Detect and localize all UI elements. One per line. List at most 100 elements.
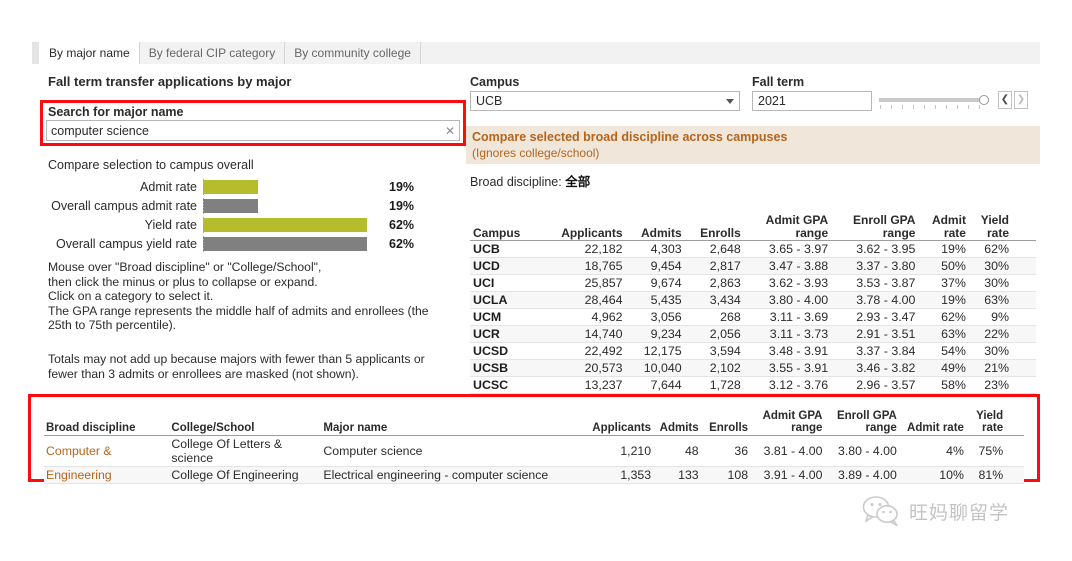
- table-row[interactable]: UCD 18,765 9,454 2,817 3.47 - 3.88 3.37 - 3.8…: [470, 257, 1036, 275]
- admits-cell: 12,175: [627, 342, 687, 360]
- enroll-gpa-cell: 3.80 - 4.00: [826, 435, 901, 467]
- table-row[interactable]: UCR 14,740 9,234 2,056 3.11 - 3.73 2.91 - 3.5…: [470, 325, 1036, 343]
- table-row[interactable]: UCI 25,857 9,674 2,863 3.62 - 3.93 3.53 - 3.8…: [470, 274, 1036, 292]
- col-label-line2: rate: [986, 225, 1009, 240]
- compare-notice-panel[interactable]: Compare selected broad discipline across…: [466, 126, 1040, 164]
- col-label-line1: Yield: [976, 410, 1004, 422]
- admits-cell: 48: [655, 435, 703, 467]
- col-yield-rate[interactable]: Yield rate: [967, 410, 1008, 436]
- chevron-left-icon[interactable]: ❮: [998, 91, 1012, 109]
- clear-x-icon[interactable]: ✕: [441, 125, 459, 137]
- chevron-down-icon[interactable]: [721, 98, 739, 104]
- col-applicants[interactable]: Applicants: [592, 410, 656, 436]
- table-row[interactable]: UCLA 28,464 5,435 3,434 3.80 - 4.00 3.78 - 4.…: [470, 291, 1036, 309]
- chevron-right-icon[interactable]: ❯: [1014, 91, 1028, 109]
- col-admits[interactable]: Admits: [655, 410, 703, 436]
- table-row[interactable]: UCM 4,962 3,056 268 3.11 - 3.69 2.93 - 3.47 62…: [470, 308, 1036, 326]
- fall-term-slider[interactable]: [879, 91, 995, 111]
- compare-heading: Compare selection to campus overall: [48, 158, 254, 172]
- yield-rate-cell: 81%: [967, 466, 1008, 484]
- table-row[interactable]: Computer & College Of Letters & science Co…: [44, 435, 1024, 467]
- col-label: Enrolls: [700, 225, 741, 240]
- col-admit-rate[interactable]: Admit rate: [900, 410, 968, 436]
- table-row[interactable]: UCSD 22,492 12,175 3,594 3.48 - 3.91 3.37 - 3…: [470, 342, 1036, 360]
- col-major-name[interactable]: Major name: [321, 410, 593, 436]
- col-admits[interactable]: Admits: [627, 214, 687, 241]
- col-label-line2: range: [865, 422, 897, 434]
- col-college-school[interactable]: College/School: [169, 410, 322, 436]
- enrolls-cell: 2,863: [686, 274, 746, 292]
- enrolls-cell: 108: [702, 466, 753, 484]
- col-label-line1: Enroll GPA: [836, 410, 897, 422]
- broad-discipline-cell[interactable]: Computer &: [44, 435, 170, 467]
- campus-select[interactable]: UCB: [470, 91, 740, 111]
- col-label: Admits: [640, 225, 682, 240]
- enrolls-cell: 1,728: [686, 376, 746, 394]
- wechat-icon: [862, 496, 898, 526]
- yield-rate-cell: 75%: [967, 435, 1008, 467]
- col-label: Major name: [323, 422, 388, 434]
- admits-cell: 7,644: [627, 376, 687, 394]
- slider-ticks: [880, 105, 990, 109]
- slider-handle[interactable]: [979, 95, 989, 105]
- col-admit-gpa-range[interactable]: Admit GPA range: [745, 214, 834, 241]
- compare-bar-chart: Admit rate 19% Overall campus admit rate…: [48, 178, 458, 254]
- admit-gpa-cell: 3.91 - 4.00: [752, 466, 827, 484]
- campus-cell: UCB: [470, 240, 542, 258]
- applicants-cell: 25,857: [541, 274, 628, 292]
- bar-label: Admit rate: [140, 179, 197, 194]
- admit-rate-cell: 10%: [900, 466, 968, 484]
- tab-by-federal-cip-category[interactable]: By federal CIP category: [139, 42, 286, 64]
- search-field-wrapper[interactable]: ✕: [46, 120, 460, 141]
- help-text-primary: Mouse over "Broad discipline" or "Colleg…: [48, 260, 429, 333]
- campus-cell: UCSC: [470, 376, 542, 394]
- col-enrolls[interactable]: Enrolls: [702, 410, 753, 436]
- campus-cell: UCM: [470, 308, 542, 326]
- col-enrolls[interactable]: Enrolls: [686, 214, 746, 241]
- admits-cell: 10,040: [627, 359, 687, 377]
- yield-rate-cell: 30%: [970, 274, 1014, 292]
- col-label: Applicants: [561, 225, 623, 240]
- broad-discipline-cell[interactable]: Engineering: [44, 466, 170, 484]
- col-enroll-gpa-range[interactable]: Enroll GPA range: [833, 214, 921, 241]
- tab-by-community-college[interactable]: By community college: [285, 42, 421, 64]
- fall-term-value: 2021: [758, 94, 786, 108]
- col-applicants[interactable]: Applicants: [541, 214, 628, 241]
- applicants-cell: 14,740: [541, 325, 628, 343]
- col-admit-rate[interactable]: Admit rate: [920, 214, 971, 241]
- bar-track: [203, 216, 383, 233]
- row-spacer: [1014, 274, 1036, 292]
- table-row[interactable]: UCSB 20,573 10,040 2,102 3.55 - 3.91 3.46 - 3…: [470, 359, 1036, 377]
- admit-rate-cell: 49%: [920, 359, 971, 377]
- applicants-cell: 20,573: [541, 359, 628, 377]
- yield-rate-cell: 62%: [970, 240, 1014, 258]
- broad-discipline-label: Broad discipline:: [470, 175, 562, 189]
- table-row[interactable]: UCB 22,182 4,303 2,648 3.65 - 3.97 3.62 - 3.9…: [470, 240, 1036, 258]
- yield-rate-cell: 21%: [970, 359, 1014, 377]
- col-label: Applicants: [592, 422, 652, 434]
- enroll-gpa-cell: 3.89 - 4.00: [826, 466, 901, 484]
- admit-rate-cell: 62%: [920, 308, 971, 326]
- admit-rate-cell: 4%: [900, 435, 968, 467]
- fall-term-field[interactable]: 2021: [752, 91, 872, 111]
- search-input[interactable]: [47, 121, 441, 140]
- admit-rate-cell: 19%: [920, 240, 971, 258]
- search-label: Search for major name: [48, 105, 184, 119]
- admit-gpa-cell: 3.47 - 3.88: [745, 257, 834, 275]
- tab-by-major-name[interactable]: By major name: [40, 42, 140, 64]
- bar-row: Overall campus admit rate 19%: [48, 197, 458, 214]
- table-row[interactable]: UCSC 13,237 7,644 1,728 3.12 - 3.76 2.96 - 3.…: [470, 376, 1036, 394]
- col-admit-gpa-range[interactable]: Admit GPA range: [752, 410, 827, 436]
- yield-rate-cell: 9%: [970, 308, 1014, 326]
- col-broad-discipline[interactable]: Broad discipline: [44, 410, 170, 436]
- applicants-cell: 4,962: [541, 308, 628, 326]
- broad-discipline-text: Computer &: [46, 444, 112, 458]
- row-spacer: [1014, 325, 1036, 343]
- enroll-gpa-cell: 2.96 - 3.57: [833, 376, 921, 394]
- admit-rate-cell: 63%: [920, 325, 971, 343]
- table-row[interactable]: Engineering College Of Engineering Electri…: [44, 466, 1024, 484]
- col-enroll-gpa-range[interactable]: Enroll GPA range: [826, 410, 901, 436]
- col-yield-rate[interactable]: Yield rate: [970, 214, 1014, 241]
- col-campus[interactable]: Campus: [470, 214, 542, 241]
- col-label-line2: range: [882, 225, 916, 240]
